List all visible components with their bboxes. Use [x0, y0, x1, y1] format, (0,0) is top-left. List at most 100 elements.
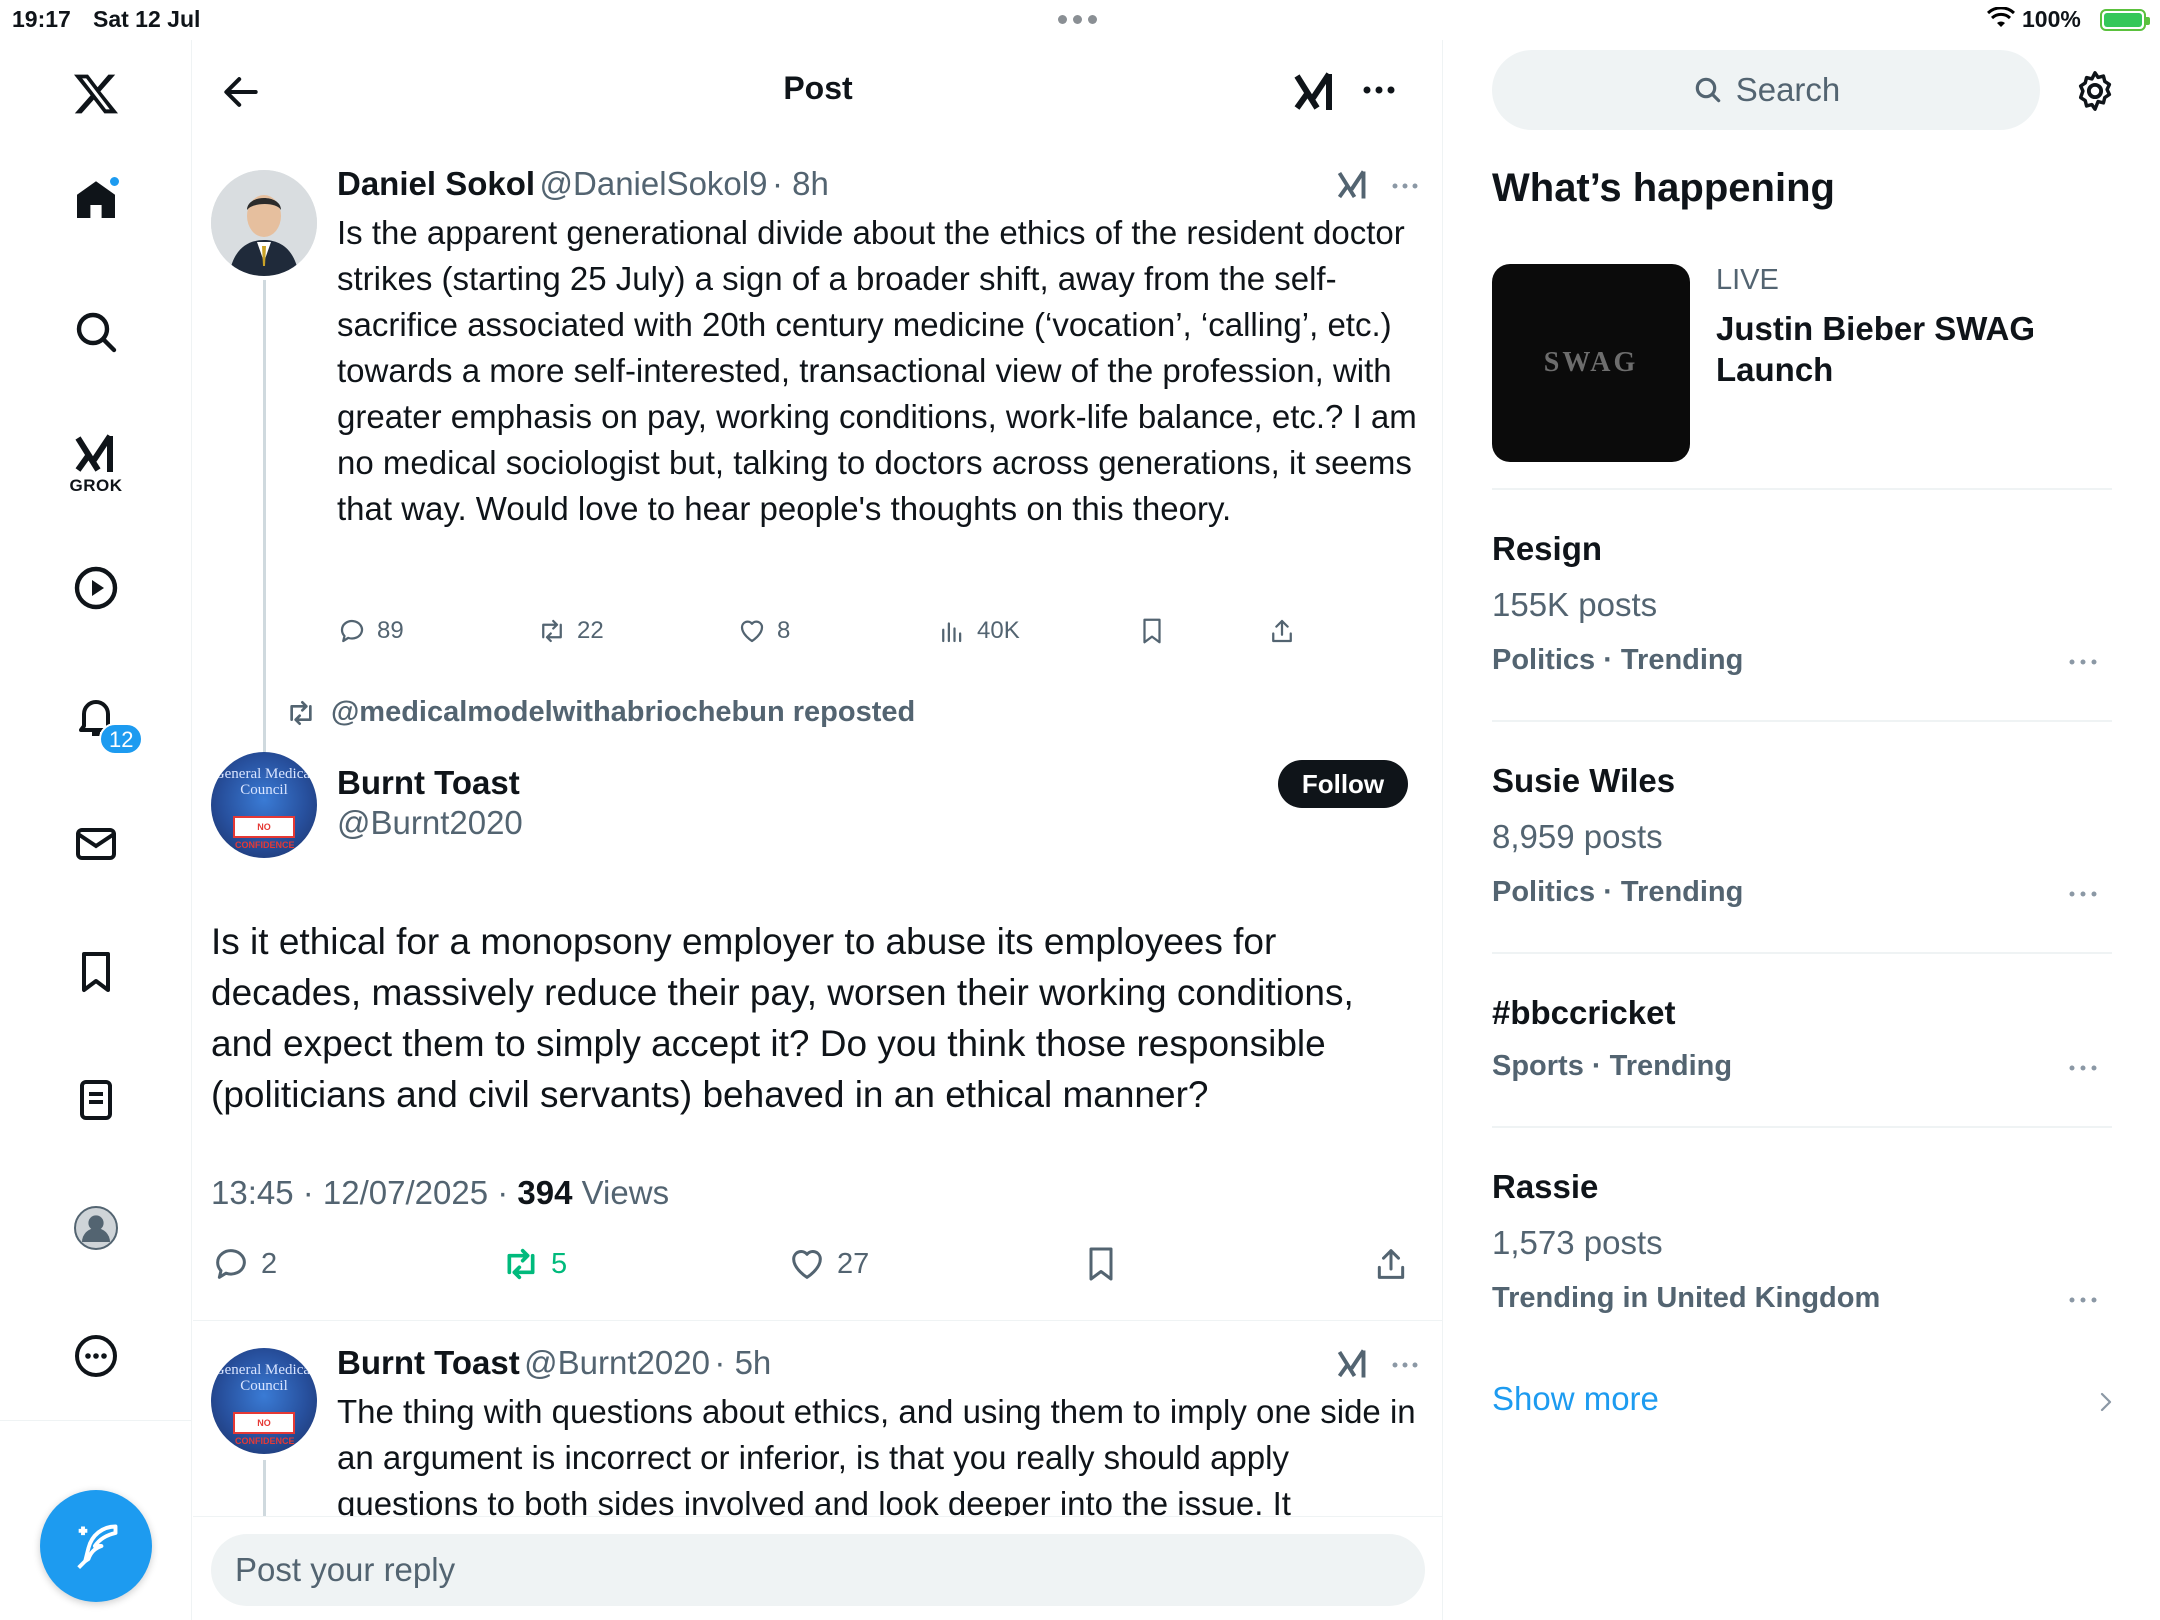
trend-category: Sports · Trending	[1492, 1050, 1733, 1082]
post-timestamp[interactable]: 13:45 · 12/07/2025 ·	[211, 1174, 517, 1211]
search-icon[interactable]	[66, 302, 126, 362]
grok-label: GROK	[69, 476, 123, 495]
author-handle[interactable]: @DanielSokol9	[540, 165, 768, 202]
more-options-icon[interactable]	[66, 1326, 126, 1386]
views-label: Views	[572, 1174, 670, 1211]
reply-composer-bar: Post your reply	[193, 1516, 1442, 1620]
trend-more-icon[interactable]	[2066, 884, 2100, 904]
parent-tweet-byline: Daniel Sokol @DanielSokol9 · 8h	[337, 165, 829, 203]
post-header: Post	[193, 40, 1442, 140]
bookmark-icon	[1089, 1247, 1113, 1281]
trend-divider	[1492, 952, 2112, 954]
live-label: LIVE	[1716, 264, 1779, 296]
reply-input[interactable]: Post your reply	[211, 1534, 1425, 1606]
trend-divider	[1492, 720, 2112, 722]
author-avatar[interactable]	[211, 170, 317, 276]
reply-count: 2	[261, 1247, 278, 1280]
post-thread-column: Post Daniel Sokol @DanielSokol9 · 8h Is …	[193, 40, 1443, 1620]
bookmarks-icon[interactable]	[66, 942, 126, 1002]
main-tweet-actions: 2 5 27	[211, 1244, 1431, 1284]
reply-author-avatar[interactable]: General Medical Council NO CONFIDENCE	[211, 1348, 317, 1454]
reply-tweet-text[interactable]: The thing with questions about ethics, a…	[337, 1389, 1427, 1527]
trend-category: Politics · Trending	[1492, 644, 1744, 676]
search-input[interactable]: Search	[1492, 50, 2040, 130]
left-navigation: GROK 12	[0, 40, 192, 1620]
author-handle[interactable]: @Burnt2020	[337, 804, 523, 842]
parent-tweet-actions: 89 22 8 40K	[337, 616, 1397, 656]
x-logo-icon[interactable]	[66, 64, 126, 124]
parent-tweet-text: Is the apparent generational divide abou…	[337, 214, 1417, 527]
repost-notice[interactable]: @medicalmodelwithabriochebun reposted	[285, 696, 915, 729]
views-count: 40K	[977, 617, 1020, 644]
notifications-count-badge: 12	[99, 723, 144, 755]
section-title: What’s happening	[1492, 166, 1835, 210]
trend-name[interactable]: #bbccricket	[1492, 994, 1675, 1032]
thread-connector-line	[263, 280, 266, 780]
avatar-text: General Medical Council	[213, 766, 315, 798]
multitasking-dots[interactable]	[1058, 15, 1097, 24]
show-more-link[interactable]: Show more	[1492, 1380, 1659, 1418]
views-button[interactable]: 40K	[937, 616, 1020, 646]
trend-post-count: 155K posts	[1492, 586, 1658, 623]
like-button[interactable]: 27	[787, 1244, 869, 1284]
compose-post-button[interactable]	[40, 1490, 152, 1602]
messages-envelope-icon[interactable]	[66, 814, 126, 874]
repost-count: 5	[551, 1247, 568, 1280]
trend-post-count: 8,959 posts	[1492, 818, 1663, 855]
lists-icon[interactable]	[66, 1070, 126, 1130]
grok-explain-icon[interactable]	[1291, 68, 1339, 116]
video-play-icon[interactable]	[66, 558, 126, 618]
like-button[interactable]: 8	[737, 616, 790, 646]
repost-button[interactable]: 22	[537, 616, 604, 646]
grok-icon[interactable]	[1335, 167, 1371, 203]
like-count: 27	[837, 1247, 870, 1280]
search-placeholder: Search	[1735, 71, 1841, 108]
grok-icon[interactable]	[66, 424, 126, 484]
trend-more-icon[interactable]	[2066, 1290, 2100, 1310]
settings-gear-icon[interactable]	[2072, 68, 2118, 114]
reply-button[interactable]: 2	[211, 1244, 277, 1284]
trend-name[interactable]: Susie Wiles	[1492, 762, 1675, 800]
post-metadata: 13:45 · 12/07/2025 · 394 Views	[211, 1174, 669, 1212]
share-button[interactable]	[1371, 1244, 1411, 1284]
repost-icon	[290, 700, 312, 725]
compose-feather-icon	[77, 1524, 118, 1570]
views-chart-icon	[942, 622, 962, 643]
repost-button[interactable]: 5	[501, 1244, 567, 1284]
live-event-title[interactable]: Justin Bieber SWAG Launch	[1716, 308, 2116, 390]
avatar-stamp: NO CONFIDENCE	[233, 1412, 295, 1446]
trend-more-icon[interactable]	[2066, 1058, 2100, 1078]
trend-divider	[1492, 1126, 2112, 1128]
bookmark-button[interactable]	[1081, 1244, 1121, 1284]
post-time: · 8h	[771, 165, 829, 202]
grok-icon[interactable]	[1335, 1346, 1371, 1382]
follow-button[interactable]: Follow	[1278, 760, 1408, 808]
trend-name[interactable]: Resign	[1492, 530, 1602, 568]
post-more-icon[interactable]	[1389, 1355, 1421, 1375]
share-button[interactable]	[1267, 616, 1297, 646]
bookmark-button[interactable]	[1137, 616, 1167, 646]
author-name[interactable]: Burnt Toast	[337, 1344, 520, 1381]
author-name[interactable]: Burnt Toast	[337, 764, 520, 802]
profile-avatar-icon[interactable]	[66, 1198, 126, 1258]
author-name[interactable]: Daniel Sokol	[337, 165, 535, 202]
search-icon	[1695, 77, 1720, 103]
status-bar: 19:17 Sat 12 Jul 100%	[0, 0, 2160, 40]
status-time: 19:17	[12, 6, 71, 32]
reply-count: 89	[377, 617, 404, 644]
post-more-icon[interactable]	[1389, 176, 1421, 196]
trend-more-icon[interactable]	[2066, 652, 2100, 672]
live-event-image[interactable]: SWAG	[1492, 264, 1690, 462]
reply-button[interactable]: 89	[337, 616, 404, 646]
trends-sidebar: Search What’s happening SWAG LIVE Justin…	[1444, 40, 2160, 1620]
repost-icon	[542, 619, 562, 643]
view-count: 394	[517, 1174, 573, 1211]
author-avatar[interactable]: General Medical Council NO CONFIDENCE	[211, 752, 317, 858]
author-handle[interactable]: @Burnt2020	[524, 1344, 710, 1381]
chevron-right-icon[interactable]	[2096, 1388, 2116, 1416]
reply-tweet-byline: Burnt Toast @Burnt2020 · 5h	[337, 1344, 771, 1382]
repost-notice-text: @medicalmodelwithabriochebun reposted	[331, 696, 916, 728]
more-horizontal-icon[interactable]	[1355, 70, 1403, 110]
share-icon	[1377, 1249, 1405, 1279]
trend-name[interactable]: Rassie	[1492, 1168, 1598, 1206]
